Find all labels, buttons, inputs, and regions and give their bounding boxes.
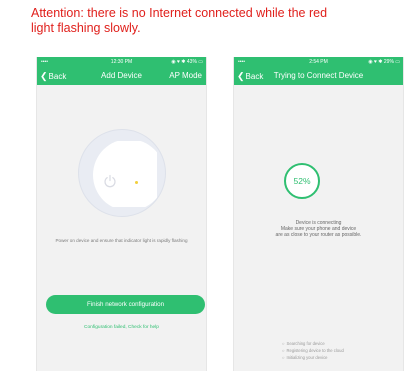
nav-bar: ❮Back Trying to Connect Device xyxy=(234,67,403,85)
attention-line-2: light flashing slowly. xyxy=(31,21,141,35)
status-bar: •••• 2:54 PM ◉ ♥ ✱ 29% ▭ xyxy=(234,57,403,67)
power-on-instruction: Power on device and ensure that indicato… xyxy=(55,238,188,243)
configuration-failed-help-link[interactable]: Configuration failed, Check for help xyxy=(37,325,206,330)
step-label: Searching for device xyxy=(286,341,325,346)
ap-mode-button[interactable]: AP Mode xyxy=(169,67,202,85)
step-label: Initializing your device xyxy=(286,355,328,360)
power-icon xyxy=(104,174,116,188)
step-item: ○ Registering device to the cloud xyxy=(282,347,344,354)
progress-percent: 52% xyxy=(293,176,311,186)
step-bullet-icon: ○ xyxy=(282,348,285,353)
chevron-left-icon: ❮ xyxy=(237,71,245,81)
connecting-screen: •••• 2:54 PM ◉ ♥ ✱ 29% ▭ ❮Back Trying to… xyxy=(233,57,404,371)
step-item: ○ Initializing your device xyxy=(282,354,344,361)
step-bullet-icon: ○ xyxy=(282,355,285,360)
step-bullet-icon: ○ xyxy=(282,341,285,346)
attention-caption: Attention: there is no Internet connecte… xyxy=(31,6,381,36)
connecting-message-line-3: are as close to your router as possible. xyxy=(275,232,362,238)
status-icons: ◉ ♥ ✱ 43% ▭ xyxy=(171,59,203,65)
finish-network-configuration-button[interactable]: Finish network configuration xyxy=(46,295,205,314)
step-item: ○ Searching for device xyxy=(282,340,344,347)
attention-line-1: Attention: there is no Internet connecte… xyxy=(31,6,328,20)
back-button[interactable]: ❮Back xyxy=(237,67,263,86)
back-label: Back xyxy=(48,72,67,81)
connection-steps-list: ○ Searching for device ○ Registering devic… xyxy=(282,340,344,361)
back-label: Back xyxy=(245,72,264,81)
step-label: Registering device to the cloud xyxy=(286,348,344,353)
add-device-screen: •••• 12:30 PM ◉ ♥ ✱ 43% ▭ ❮Back Add Devi… xyxy=(36,57,207,371)
nav-bar: ❮Back Add Device AP Mode xyxy=(37,67,206,85)
indicator-light xyxy=(135,181,138,184)
status-bar: •••• 12:30 PM ◉ ♥ ✱ 43% ▭ xyxy=(37,57,206,67)
connecting-message: Device is connecting Make sure your phon… xyxy=(234,220,403,238)
back-button[interactable]: ❮Back xyxy=(40,67,66,86)
chevron-left-icon: ❮ xyxy=(40,71,48,81)
status-icons: ◉ ♥ ✱ 29% ▭ xyxy=(368,59,400,65)
